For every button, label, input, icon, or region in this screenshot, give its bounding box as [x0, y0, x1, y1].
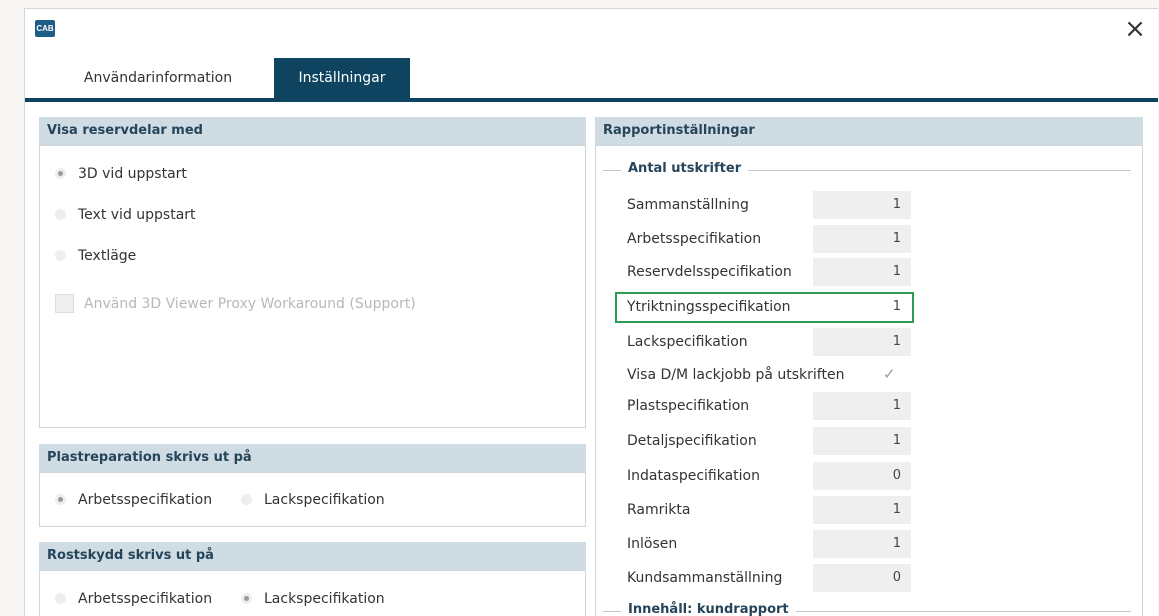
report-row-sammanstallning: Sammanställning 1: [627, 191, 937, 219]
report-row-indataspecifikation: Indataspecifikation 0: [627, 462, 937, 490]
radio-rust-work-spec[interactable]: Arbetsspecifikation: [55, 589, 212, 609]
copies-input[interactable]: 0: [813, 462, 911, 490]
radio-button-icon: [55, 249, 66, 261]
checkbox-label: Använd 3D Viewer Proxy Workaround (Suppo…: [84, 296, 416, 312]
report-row-label: Inlösen: [627, 536, 678, 552]
radio-label: Arbetsspecifikation: [78, 492, 213, 508]
radio-plastic-paint-spec[interactable]: Lackspecifikation: [241, 490, 385, 510]
copies-input[interactable]: 1: [813, 392, 911, 420]
radio-text-startup[interactable]: Text vid uppstart: [55, 205, 196, 225]
radio-rust-paint-spec[interactable]: Lackspecifikation: [241, 589, 385, 609]
radio-button-icon: [241, 592, 252, 604]
copies-input[interactable]: 1: [813, 328, 911, 356]
plastic-repair-header: Plastreparation skrivs ut på: [39, 444, 586, 472]
report-row-label: Kundsammanställning: [627, 570, 783, 586]
checkbox-icon: [55, 293, 74, 313]
close-button[interactable]: ×: [1122, 16, 1148, 43]
checkmark-icon[interactable]: ✓: [883, 365, 896, 383]
copies-input[interactable]: 0: [813, 564, 911, 592]
report-settings-header: Rapportinställningar: [595, 117, 1143, 145]
proxy-workaround-checkbox[interactable]: Använd 3D Viewer Proxy Workaround (Suppo…: [55, 293, 416, 314]
customer-report-group-title: Innehåll: kundrapport: [621, 602, 796, 616]
radio-label: Textläge: [78, 248, 137, 264]
copies-input[interactable]: 1: [813, 258, 911, 286]
radio-text-mode[interactable]: Textläge: [55, 246, 136, 266]
radio-label: Text vid uppstart: [78, 207, 196, 223]
radio-button-icon: [55, 167, 66, 179]
tab-bar: Användarinformation Inställningar: [25, 58, 1158, 98]
report-row-label: Plastspecifikation: [627, 398, 750, 414]
radio-label: Lackspecifikation: [264, 591, 385, 607]
tab-divider: [25, 98, 1158, 102]
report-row-label: Reservdelsspecifikation: [627, 264, 792, 280]
settings-dialog: CAB × Användarinformation Inställningar …: [24, 8, 1158, 616]
tab-settings[interactable]: Inställningar: [274, 58, 410, 98]
app-logo-icon: CAB: [35, 20, 55, 37]
radio-button-icon: [241, 493, 252, 505]
report-row-inlosen: Inlösen 1: [627, 530, 937, 558]
copies-input[interactable]: 1: [813, 293, 911, 321]
copies-input[interactable]: 1: [813, 496, 911, 524]
report-row-label: Lackspecifikation: [627, 334, 748, 350]
radio-plastic-work-spec[interactable]: Arbetsspecifikation: [55, 490, 212, 510]
report-row-arbetsspecifikation: Arbetsspecifikation 1: [627, 225, 937, 253]
radio-label: Arbetsspecifikation: [78, 591, 213, 607]
copies-input[interactable]: 1: [813, 427, 911, 455]
copies-input[interactable]: 1: [813, 191, 911, 219]
report-row-plastspecifikation: Plastspecifikation 1: [627, 392, 937, 420]
radio-label: 3D vid uppstart: [78, 166, 187, 182]
spare-parts-panel: [39, 145, 586, 428]
report-row-label: Visa D/M lackjobb på utskriften: [627, 367, 845, 383]
copies-input[interactable]: 1: [813, 225, 911, 253]
report-row-lackspecifikation: Lackspecifikation 1: [627, 328, 937, 356]
copies-group-title: Antal utskrifter: [621, 161, 749, 176]
copies-input[interactable]: 1: [813, 530, 911, 558]
report-row-label: Detaljspecifikation: [627, 433, 757, 449]
radio-button-icon: [55, 592, 66, 604]
report-row-reservdelsspecifikation: Reservdelsspecifikation 1: [627, 258, 937, 286]
report-row-ramrikta: Ramrikta 1: [627, 496, 937, 524]
report-row-label: Ramrikta: [627, 502, 691, 518]
radio-button-icon: [55, 493, 66, 505]
report-row-label: Sammanställning: [627, 197, 749, 213]
rust-protection-header: Rostskydd skrivs ut på: [39, 542, 586, 570]
report-row-label: Indataspecifikation: [627, 468, 760, 484]
report-row-kundsammanstallning: Kundsammanställning 0: [627, 564, 937, 592]
spare-parts-header: Visa reservdelar med: [39, 117, 586, 145]
report-row-label: Ytriktningsspecifikation: [627, 299, 791, 315]
tab-user-information[interactable]: Användarinformation: [53, 58, 263, 98]
report-row-ytriktningsspecifikation: Ytriktningsspecifikation 1: [627, 293, 937, 321]
radio-3d-startup[interactable]: 3D vid uppstart: [55, 164, 187, 184]
report-row-label: Arbetsspecifikation: [627, 231, 762, 247]
radio-label: Lackspecifikation: [264, 492, 385, 508]
report-row-detaljspecifikation: Detaljspecifikation 1: [627, 427, 937, 455]
radio-button-icon: [55, 208, 66, 220]
